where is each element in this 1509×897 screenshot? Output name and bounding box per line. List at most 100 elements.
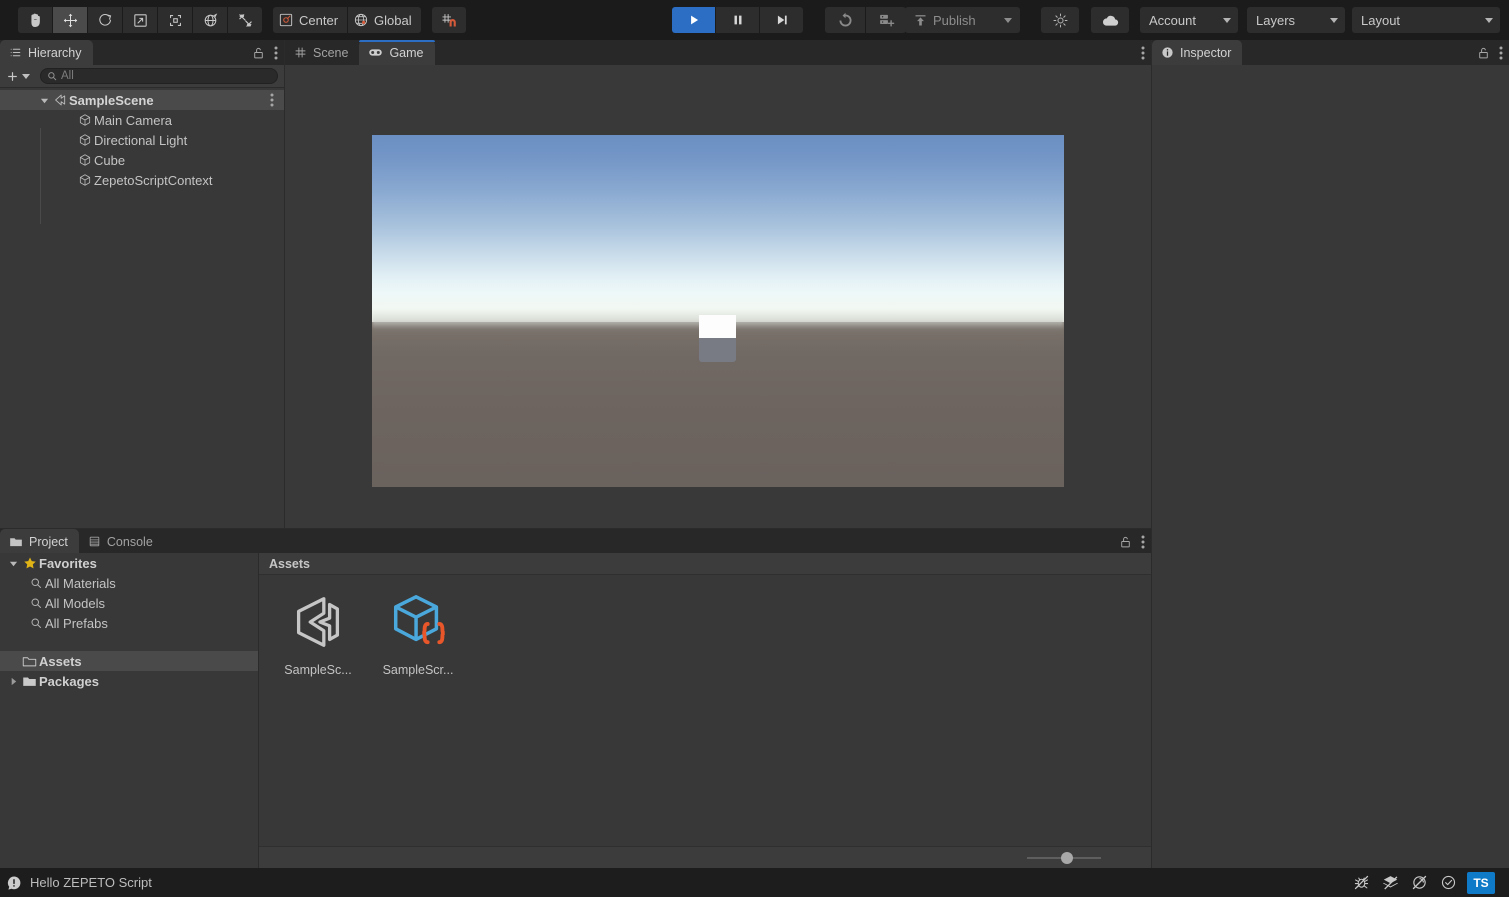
- kebab-menu-icon[interactable]: [1141, 46, 1145, 60]
- grid-snap-icon: [440, 12, 457, 29]
- check-circle-button[interactable]: [1434, 868, 1463, 897]
- expand-arrow-icon[interactable]: [38, 96, 51, 105]
- collab-button[interactable]: [825, 7, 865, 33]
- search-icon: [26, 617, 45, 629]
- transform-tool-button[interactable]: [193, 7, 227, 33]
- scale-tool-button[interactable]: [123, 7, 157, 33]
- hierarchy-item-main-camera[interactable]: Main Camera: [0, 110, 284, 130]
- assets-breadcrumb: Assets: [259, 553, 1151, 575]
- typescript-badge[interactable]: TS: [1467, 872, 1495, 894]
- kebab-menu-icon[interactable]: [274, 46, 278, 60]
- light-settings-button[interactable]: [1041, 7, 1079, 33]
- hierarchy-tree: SampleScene Main Camera: [0, 88, 284, 190]
- publish-dropdown-arrow[interactable]: [1004, 18, 1012, 23]
- asset-size-slider[interactable]: [1027, 857, 1101, 859]
- divider-center-inspector: [1151, 40, 1152, 868]
- layers-dropdown[interactable]: Layers: [1247, 7, 1345, 33]
- console-icon: [88, 535, 101, 548]
- rect-tool-button[interactable]: [158, 7, 192, 33]
- expand-arrow-icon[interactable]: [6, 559, 20, 568]
- space-mode-button[interactable]: Global: [348, 7, 421, 33]
- lock-icon[interactable]: [1477, 46, 1490, 60]
- hand-tool-button[interactable]: [18, 7, 52, 33]
- typescript-badge-label: TS: [1473, 876, 1488, 890]
- gamepad-icon: [368, 46, 383, 59]
- asset-grid: SampleSc... SampleScr...: [259, 575, 1151, 677]
- preview-disabled-button[interactable]: [1405, 868, 1434, 897]
- asset-item-samplescript[interactable]: SampleScr...: [374, 589, 462, 677]
- divider-hierarchy-gameview: [284, 40, 285, 528]
- debug-disabled-button[interactable]: [1347, 868, 1376, 897]
- gameobject-icon: [76, 133, 94, 147]
- asset-item-samplescene[interactable]: SampleSc...: [274, 589, 362, 677]
- rotate-tool-button[interactable]: [88, 7, 122, 33]
- project-tree-label: All Prefabs: [45, 616, 108, 631]
- hierarchy-item-cube[interactable]: Cube: [0, 150, 284, 170]
- tab-hierarchy[interactable]: Hierarchy: [0, 40, 93, 65]
- project-tree-all-prefabs[interactable]: All Prefabs: [0, 613, 258, 633]
- play-button[interactable]: [672, 7, 715, 33]
- game-view-canvas[interactable]: [285, 65, 1151, 528]
- project-folder-tree: Favorites All Materials All Models: [0, 553, 259, 868]
- project-tree-assets[interactable]: Assets: [0, 651, 258, 671]
- tab-game[interactable]: Game: [359, 40, 434, 65]
- project-tree-favorites[interactable]: Favorites: [0, 553, 258, 573]
- tab-console-label: Console: [107, 535, 153, 549]
- layout-dropdown[interactable]: Layout: [1352, 7, 1500, 33]
- lock-icon[interactable]: [252, 46, 265, 60]
- asset-size-slider-knob[interactable]: [1061, 852, 1073, 864]
- transform-tools-group: [18, 7, 262, 33]
- hierarchy-search-placeholder: All: [61, 70, 74, 82]
- hierarchy-item-zepetoscriptcontext[interactable]: ZepetoScriptContext: [0, 170, 284, 190]
- project-tree-packages[interactable]: Packages: [0, 671, 258, 691]
- hierarchy-add-button[interactable]: [4, 70, 32, 83]
- publish-button[interactable]: Publish: [905, 7, 1020, 33]
- kebab-menu-icon[interactable]: [1141, 535, 1145, 549]
- status-bar-icons: TS: [1347, 868, 1503, 897]
- scene-game-tabbar: Scene Game: [285, 40, 1151, 65]
- layers-disabled-button[interactable]: [1376, 868, 1405, 897]
- divider-top-project: [0, 528, 1151, 529]
- project-panel: Project Console: [0, 529, 1151, 868]
- tab-console[interactable]: Console: [79, 529, 164, 554]
- gameview-tab-actions: [1141, 40, 1145, 65]
- pause-button[interactable]: [716, 7, 759, 33]
- collapse-arrow-icon[interactable]: [6, 677, 20, 686]
- services-button[interactable]: [866, 7, 906, 33]
- layers-label: Layers: [1256, 13, 1295, 28]
- cloud-icon: [1101, 11, 1120, 30]
- project-footer: [259, 846, 1151, 868]
- search-icon: [26, 597, 45, 609]
- step-button[interactable]: [760, 7, 803, 33]
- project-tree-all-models[interactable]: All Models: [0, 593, 258, 613]
- project-tree-all-materials[interactable]: All Materials: [0, 573, 258, 593]
- status-message[interactable]: Hello ZEPETO Script: [6, 875, 152, 891]
- layout-label: Layout: [1361, 13, 1400, 28]
- cloud-button[interactable]: [1091, 7, 1129, 33]
- tab-scene[interactable]: Scene: [285, 40, 359, 65]
- hierarchy-item-samplescene[interactable]: SampleScene: [0, 90, 284, 110]
- hierarchy-search-input[interactable]: All: [40, 68, 278, 84]
- custom-tool-button[interactable]: [228, 7, 262, 33]
- scene-kebab-menu-icon[interactable]: [270, 93, 274, 110]
- lock-icon[interactable]: [1119, 535, 1132, 549]
- tab-project-label: Project: [29, 535, 68, 549]
- star-icon: [20, 556, 39, 570]
- inspector-body-empty: [1152, 65, 1509, 868]
- move-tool-button[interactable]: [53, 7, 87, 33]
- chevron-down-icon: [1330, 18, 1338, 23]
- hand-icon: [27, 12, 44, 29]
- pivot-mode-button[interactable]: Center: [273, 7, 347, 33]
- account-dropdown[interactable]: Account: [1140, 7, 1238, 33]
- hierarchy-item-directional-light[interactable]: Directional Light: [0, 130, 284, 150]
- gameobject-icon: [76, 173, 94, 187]
- pause-icon: [731, 13, 745, 27]
- pivot-center-icon: [278, 12, 294, 28]
- kebab-menu-icon[interactable]: [1499, 46, 1503, 60]
- tab-project[interactable]: Project: [0, 529, 79, 554]
- cube-object-front-face: [699, 338, 736, 362]
- tab-inspector[interactable]: Inspector: [1152, 40, 1242, 65]
- grid-snap-button[interactable]: [432, 7, 466, 33]
- scale-icon: [132, 12, 149, 29]
- tab-hierarchy-label: Hierarchy: [28, 46, 82, 60]
